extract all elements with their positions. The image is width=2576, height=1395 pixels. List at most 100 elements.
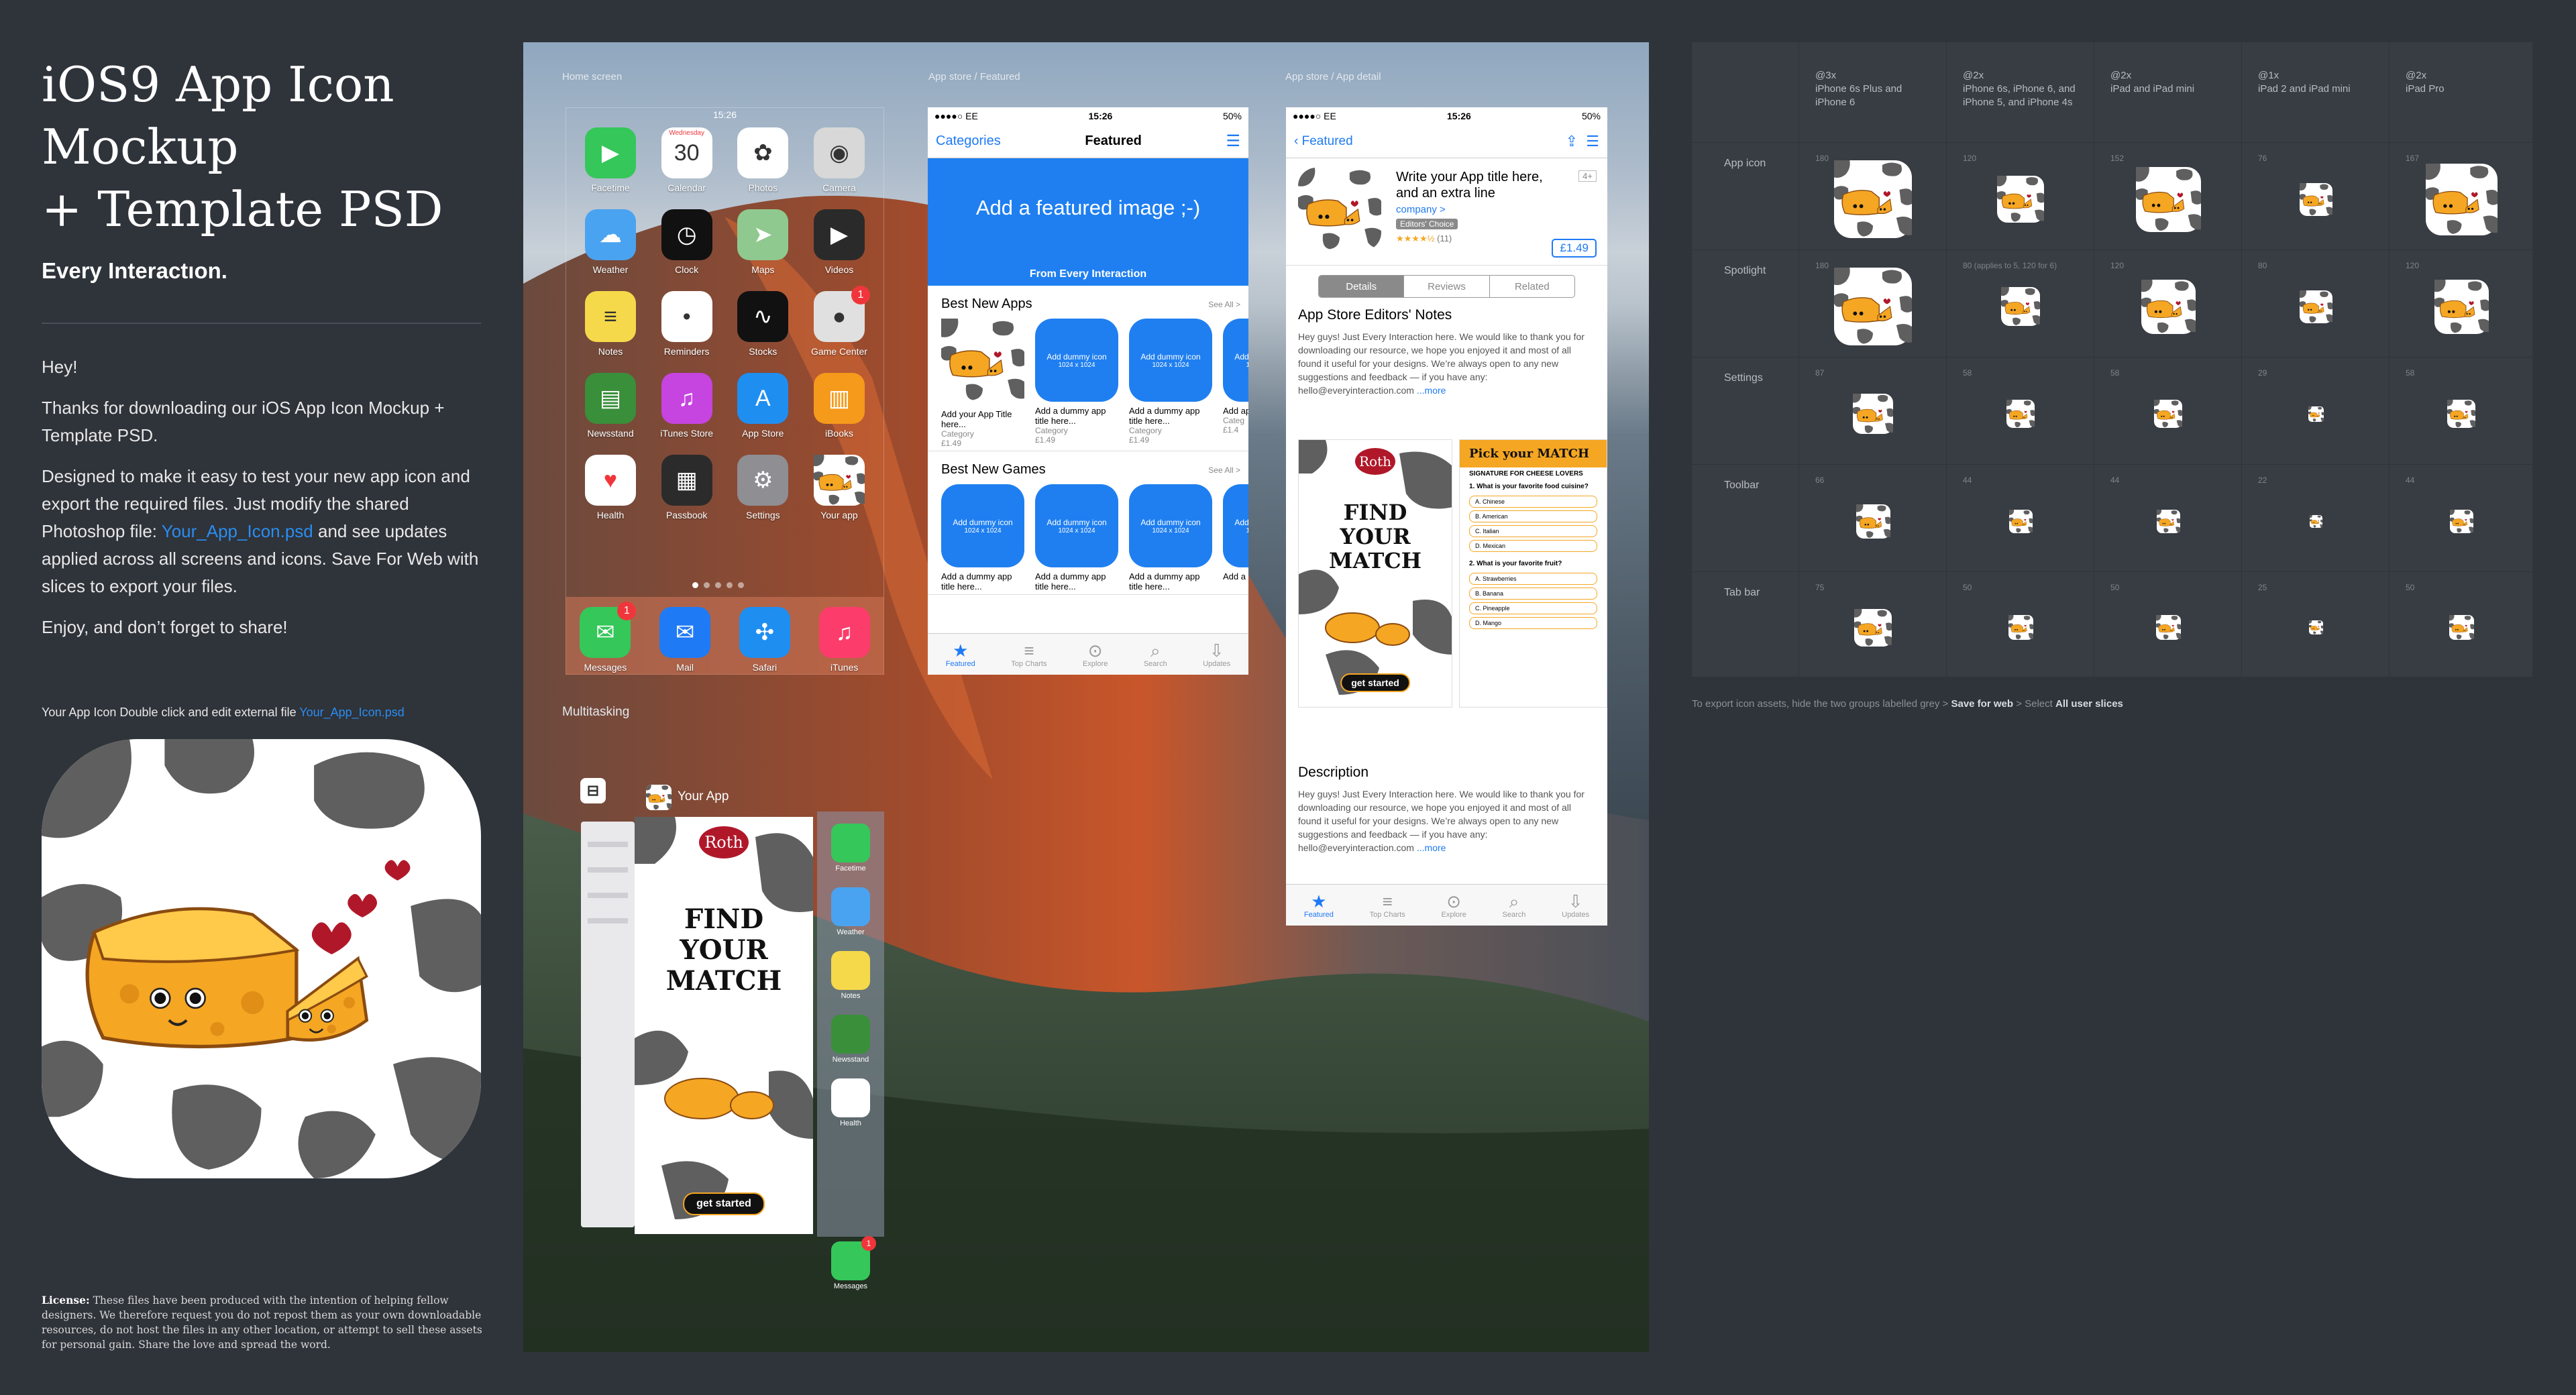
app-icon-health[interactable]: ♥ Health: [580, 455, 641, 520]
app-icon-itunes-store[interactable]: ♫ iTunes Store: [657, 373, 717, 439]
app-icon-label: Facetime: [591, 182, 630, 193]
tab-search[interactable]: ⌕ Search: [1503, 892, 1526, 919]
app-icon-videos[interactable]: ▶ Videos: [809, 209, 869, 275]
app-card[interactable]: Add your App Title here... Category £1.49: [941, 319, 1024, 448]
tab-updates[interactable]: ⇩ Updates: [1203, 641, 1230, 668]
list-icon[interactable]: ☰: [1226, 131, 1240, 151]
app-icon-psd-link[interactable]: Your_App_Icon.psd: [299, 706, 404, 719]
app-icon-label: Clock: [675, 264, 699, 275]
app-card[interactable]: Add dummy icon1024 x 1024 Add a app ti: [1223, 484, 1248, 592]
segment-related[interactable]: Related: [1489, 276, 1574, 297]
table-header-cell: @2x iPad and iPad mini: [2094, 42, 2242, 143]
app-icon-photos[interactable]: ✿ Photos: [733, 127, 793, 193]
quiz-option[interactable]: B. American: [1469, 510, 1597, 522]
title-line-2: Mockup: [42, 119, 239, 175]
dummy-app-icon: Add dummy icon1024 x 1024: [1223, 319, 1248, 402]
app-card[interactable]: Add dummy icon 1024 x 1024 Add a dummy app…: [1129, 319, 1212, 448]
icon-slice-preview: [2449, 615, 2474, 640]
quiz-option[interactable]: D. Mexican: [1469, 540, 1597, 552]
app-icon-newsstand[interactable]: ▤ Newsstand: [580, 373, 641, 439]
tab-top-charts[interactable]: ≡ Top Charts: [1370, 892, 1405, 919]
quiz-option[interactable]: C. Italian: [1469, 525, 1597, 537]
app-icon-calendar[interactable]: 30 Wednesday Calendar: [657, 127, 717, 193]
icon-slice-cell: 29: [2242, 357, 2390, 465]
app-card[interactable]: Add dummy icon 1024 x 1024 Add a dummy app…: [1035, 319, 1118, 448]
app-icon-clock[interactable]: ◷ Clock: [657, 209, 717, 275]
tab-top-charts[interactable]: ≡ Top Charts: [1011, 641, 1046, 668]
app-icon-camera[interactable]: ◉ Camera: [809, 127, 869, 193]
app-card[interactable]: Add dummy icon 1024 x 1024 Add a dummy app…: [1035, 484, 1118, 592]
app-icon-maps[interactable]: ➤ Maps: [733, 209, 793, 275]
app-icon-settings[interactable]: ⚙ Settings: [733, 455, 793, 520]
app-card[interactable]: Add dummy icon 1024 x 1024 Add a dummy app…: [941, 484, 1024, 592]
app-icon-stocks[interactable]: ∿ Stocks: [733, 291, 793, 357]
app-icon-notes[interactable]: ≡ Notes: [580, 291, 641, 357]
segment-details[interactable]: Details: [1319, 276, 1404, 297]
app-icon-reminders[interactable]: • Reminders: [657, 291, 717, 357]
quiz-option[interactable]: B. Banana: [1469, 588, 1597, 600]
icon-glyph: ✉: [596, 620, 615, 645]
icon-glyph: ✣: [755, 620, 775, 645]
price-button[interactable]: £1.49: [1552, 239, 1597, 258]
more-link[interactable]: ...more: [1417, 385, 1446, 396]
dock-icon-messages[interactable]: ✉ 1 Messages: [575, 602, 637, 673]
segment-reviews[interactable]: Reviews: [1403, 276, 1489, 297]
categories-button[interactable]: Categories: [936, 133, 1001, 149]
status-bar: ●●●●○ EE 15:26 50%: [1286, 107, 1607, 125]
featured-banner[interactable]: Add a featured image ;-) From Every Inte…: [928, 158, 1248, 286]
app-icon-facetime[interactable]: ▶ Facetime: [580, 127, 641, 193]
app-icon-weather[interactable]: ☁ Weather: [580, 209, 641, 275]
dummy-app-icon: Add dummy icon1024 x 1024: [1035, 319, 1118, 402]
tab-search[interactable]: ⌕ Search: [1144, 641, 1167, 668]
quiz-option[interactable]: A. Strawberries: [1469, 573, 1597, 585]
psd-file-link[interactable]: Your_App_Icon.psd: [162, 521, 313, 541]
quiz-option[interactable]: C. Pineapple: [1469, 602, 1597, 614]
screenshot-1[interactable]: Roth FIND YOUR MATCH get started: [1298, 439, 1452, 708]
app-icon-game-center[interactable]: ● 1 Game Center: [809, 286, 870, 357]
dock-icon-mail[interactable]: ✉ Mail: [655, 607, 715, 673]
get-started-button[interactable]: get started: [683, 1192, 765, 1215]
see-all-link[interactable]: See All >: [1208, 300, 1240, 309]
cheese-icon-art: [2006, 400, 2035, 428]
dock-icon-safari[interactable]: ✣ Safari: [735, 607, 795, 673]
license-body: These files have been produced with the …: [42, 1294, 482, 1351]
your-app-card[interactable]: Roth FIND YOUR MATCH get started: [635, 817, 813, 1234]
app-card[interactable]: Add dummy icon1024 x 1024 Add app tiCateg…: [1223, 319, 1248, 448]
tab-featured[interactable]: ★ Featured: [1304, 892, 1334, 919]
app-icon-passbook[interactable]: ▦ Passbook: [657, 455, 717, 520]
app-icon-label: Photos: [748, 182, 778, 193]
quiz-option[interactable]: D. Mango: [1469, 617, 1597, 629]
app-card[interactable]: Add dummy icon 1024 x 1024 Add a dummy app…: [1129, 484, 1212, 592]
previous-app-icon[interactable]: ⊟: [580, 778, 606, 803]
app-icon-app-store[interactable]: A App Store: [733, 373, 793, 439]
app-icon-preview[interactable]: [42, 739, 481, 1178]
previous-app-card[interactable]: [581, 822, 635, 1227]
tab-featured[interactable]: ★ Featured: [946, 641, 975, 668]
app-icon-ibooks[interactable]: ▥ iBooks: [809, 373, 869, 439]
dock-icon-itunes[interactable]: ♫ iTunes: [814, 607, 875, 673]
icon-size-label: 25: [2258, 583, 2267, 592]
screenshot-2[interactable]: Pick your MATCH SIGNATURE FOR CHEESE LOV…: [1459, 439, 1607, 708]
app-card-category: Category: [1035, 426, 1068, 435]
age-rating: 4+: [1578, 170, 1597, 182]
row-label: App icon: [1724, 158, 1766, 169]
icon-slice-cell: 44: [1947, 465, 2094, 572]
app-icon-your-app[interactable]: Your app: [809, 455, 869, 520]
tab-explore[interactable]: ⊙ Explore: [1083, 641, 1108, 668]
editors-choice-badge: Editors' Choice: [1396, 219, 1458, 229]
table-row-label: Toolbar: [1692, 465, 1799, 572]
cow-pattern: [1299, 440, 1452, 707]
company-link[interactable]: company >: [1396, 204, 1446, 215]
share-icon[interactable]: ⇪ ☰: [1566, 133, 1599, 150]
back-button[interactable]: ‹ Featured: [1294, 134, 1353, 149]
tab-updates[interactable]: ⇩ Updates: [1562, 892, 1589, 919]
page-dot: [727, 582, 733, 588]
quiz-option[interactable]: A. Chinese: [1469, 496, 1597, 508]
see-all-link[interactable]: See All >: [1208, 465, 1240, 475]
section-header: Best New Games See All >: [941, 462, 1248, 478]
description-more-link[interactable]: ...more: [1417, 842, 1446, 853]
get-started-button[interactable]: get started: [1340, 673, 1410, 692]
tab-explore[interactable]: ⊙ Explore: [1442, 892, 1466, 919]
featured-tab-bar: ★ Featured ≡ Top Charts ⊙ Explore ⌕ Search ⇩ Upda…: [928, 633, 1248, 675]
app-icon-label: iBooks: [824, 428, 853, 439]
